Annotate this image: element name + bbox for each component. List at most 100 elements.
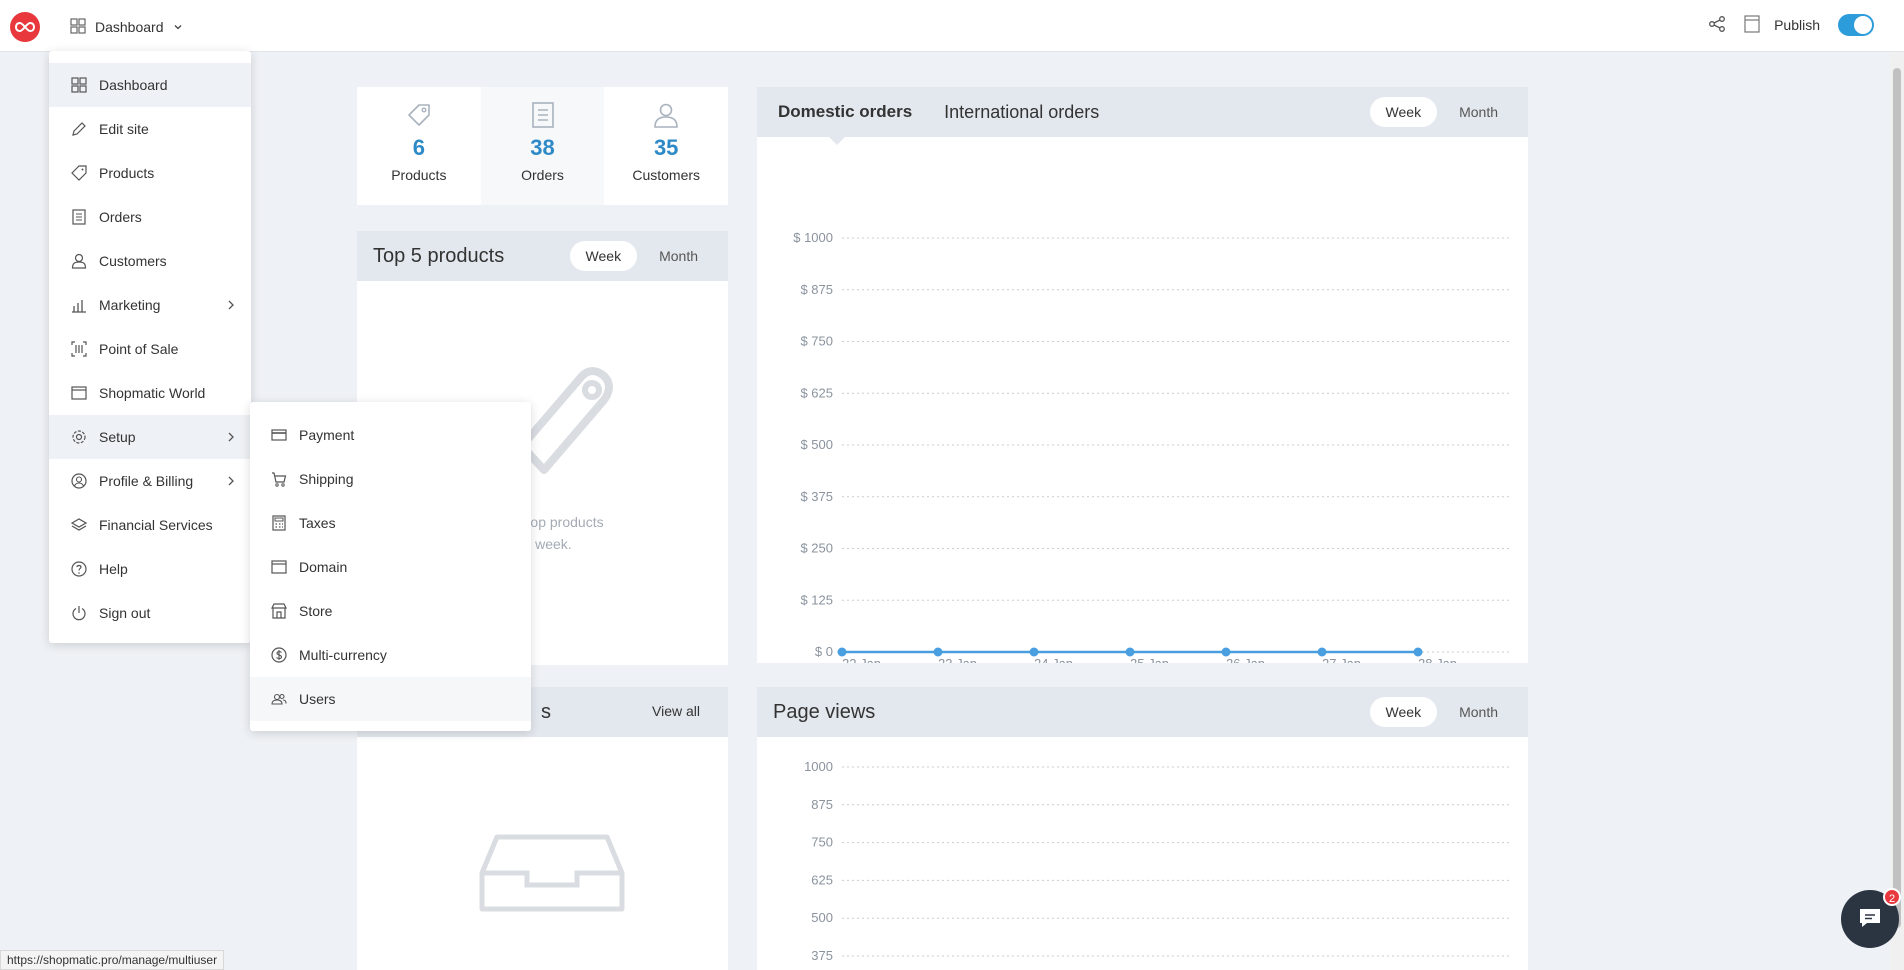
stat-label: Customers [632, 167, 701, 183]
submenu-item-label: Domain [299, 559, 348, 575]
submenu-item-shipping[interactable]: Shipping [250, 457, 531, 501]
nav-trigger-label: Dashboard [95, 19, 164, 35]
submenu-item-payment[interactable]: Payment [250, 413, 531, 457]
page-scrollbar[interactable] [1890, 52, 1904, 970]
view-all-link[interactable]: View all [652, 703, 700, 719]
menu-item-marketing[interactable]: Marketing [49, 283, 251, 327]
month-tab[interactable]: Month [643, 241, 714, 271]
menu-item-shopmatic-world[interactable]: Shopmatic World [49, 371, 251, 415]
window-icon [71, 385, 87, 401]
menu-item-sign-out[interactable]: Sign out [49, 591, 251, 635]
menu-item-edit-site[interactable]: Edit site [49, 107, 251, 151]
status-bar-url: https://shopmatic.pro/manage/multiuser [0, 950, 225, 970]
grid-icon [71, 77, 87, 93]
x-tick-label: 25 Jan [1130, 656, 1169, 663]
submenu-item-taxes[interactable]: Taxes [250, 501, 531, 545]
menu-item-customers[interactable]: Customers [49, 239, 251, 283]
menu-item-label: Orders [99, 209, 142, 225]
dashboard-nav-trigger[interactable]: Dashboard [70, 16, 183, 38]
card-icon [271, 427, 287, 443]
x-tick-label: 27 Jan [1322, 656, 1361, 663]
menu-item-label: Sign out [99, 605, 151, 621]
cart-icon [271, 471, 287, 487]
x-tick-label: 23 Jan [938, 656, 977, 663]
stat-orders[interactable]: 38 Orders [480, 87, 605, 205]
stat-customers[interactable]: 35 Customers [604, 87, 728, 205]
menu-item-setup[interactable]: Setup [49, 415, 251, 459]
y-tick-label: 875 [811, 797, 833, 812]
inbox-tray-icon [477, 833, 627, 916]
stats-card: 6 Products 38 Orders 35 Customers [357, 87, 728, 205]
page-views-chart: 1000 875 750 625 500 375 [804, 759, 1512, 963]
submenu-item-users[interactable]: Users [250, 677, 531, 721]
x-tick-label: 24 Jan [1034, 656, 1073, 663]
submenu-item-label: Users [299, 691, 336, 707]
money-icon [71, 517, 87, 533]
submenu-item-domain[interactable]: Domain [250, 545, 531, 589]
user-icon [652, 101, 680, 131]
share-icon[interactable] [1708, 15, 1726, 36]
unread-badge: 2 [1883, 888, 1901, 906]
users-icon [271, 691, 287, 707]
pencil-icon [71, 121, 87, 137]
menu-item-dashboard[interactable]: Dashboard [49, 63, 251, 107]
menu-item-point-of-sale[interactable]: Point of Sale [49, 327, 251, 371]
y-tick-label: $ 625 [800, 385, 833, 400]
submenu-item-store[interactable]: Store [250, 589, 531, 633]
brand-logo[interactable] [10, 12, 40, 42]
period-switch: Week Month [1369, 697, 1514, 727]
card-title: Top 5 products [373, 244, 505, 267]
chat-bubble-icon [1857, 906, 1883, 933]
chevron-right-icon [227, 430, 235, 446]
month-tab[interactable]: Month [1443, 697, 1514, 727]
chevron-right-icon [227, 298, 235, 314]
menu-item-financial-services[interactable]: Financial Services [49, 503, 251, 547]
month-tab[interactable]: Month [1443, 97, 1514, 127]
menu-item-label: Point of Sale [99, 341, 179, 357]
question-icon [71, 561, 87, 577]
y-tick-label: $ 250 [800, 541, 833, 556]
calculator-icon [271, 515, 287, 531]
chart-icon [71, 297, 87, 313]
y-tick-label: 375 [811, 948, 833, 963]
stat-label: Orders [521, 167, 564, 183]
y-tick-label: $ 500 [800, 437, 833, 452]
menu-item-orders[interactable]: Orders [49, 195, 251, 239]
y-tick-label: 750 [811, 835, 833, 850]
menu-item-profile-billing[interactable]: Profile & Billing [49, 459, 251, 503]
stat-value: 6 [412, 135, 425, 160]
week-tab[interactable]: Week [569, 241, 638, 271]
menu-item-label: Financial Services [99, 517, 213, 533]
submenu-item-multi-currency[interactable]: Multi-currency [250, 633, 531, 677]
tab-domestic-orders[interactable]: Domestic orders [778, 102, 912, 122]
y-tick-label: $ 125 [800, 592, 833, 607]
menu-item-label: Marketing [99, 297, 161, 313]
menu-item-label: Edit site [99, 121, 149, 137]
week-tab[interactable]: Week [1369, 697, 1438, 727]
chat-launcher-button[interactable]: 2 [1841, 888, 1901, 948]
orders-line-chart: $ 0 $ 125 $ 250 $ 375 $ 500 $ 625 $ 750 $ 875 $ … [793, 230, 1512, 663]
period-switch: Week Month [569, 241, 714, 271]
publish-label: Publish [1774, 17, 1820, 33]
chevron-right-icon [227, 474, 235, 490]
publish-toggle[interactable] [1838, 14, 1874, 36]
submenu-item-label: Shipping [299, 471, 354, 487]
menu-item-products[interactable]: Products [49, 151, 251, 195]
preview-window-icon[interactable] [1744, 14, 1760, 36]
tab-international-orders[interactable]: International orders [944, 102, 1099, 123]
menu-item-help[interactable]: Help [49, 547, 251, 591]
submenu-item-label: Taxes [299, 515, 336, 531]
orders-chart-card: Domestic orders International orders Wee… [757, 87, 1528, 663]
chevron-down-icon [173, 19, 183, 35]
window-icon [271, 559, 287, 575]
week-tab[interactable]: Week [1369, 97, 1438, 127]
stat-products[interactable]: 6 Products [357, 87, 481, 205]
power-icon [71, 605, 87, 621]
stat-value: 38 [530, 135, 555, 160]
y-tick-label: 1000 [804, 759, 833, 774]
barcode-icon [71, 341, 87, 357]
grid-icon [70, 17, 86, 37]
menu-item-label: Customers [99, 253, 167, 269]
menu-item-label: Help [99, 561, 128, 577]
y-tick-label: $ 375 [800, 489, 833, 504]
